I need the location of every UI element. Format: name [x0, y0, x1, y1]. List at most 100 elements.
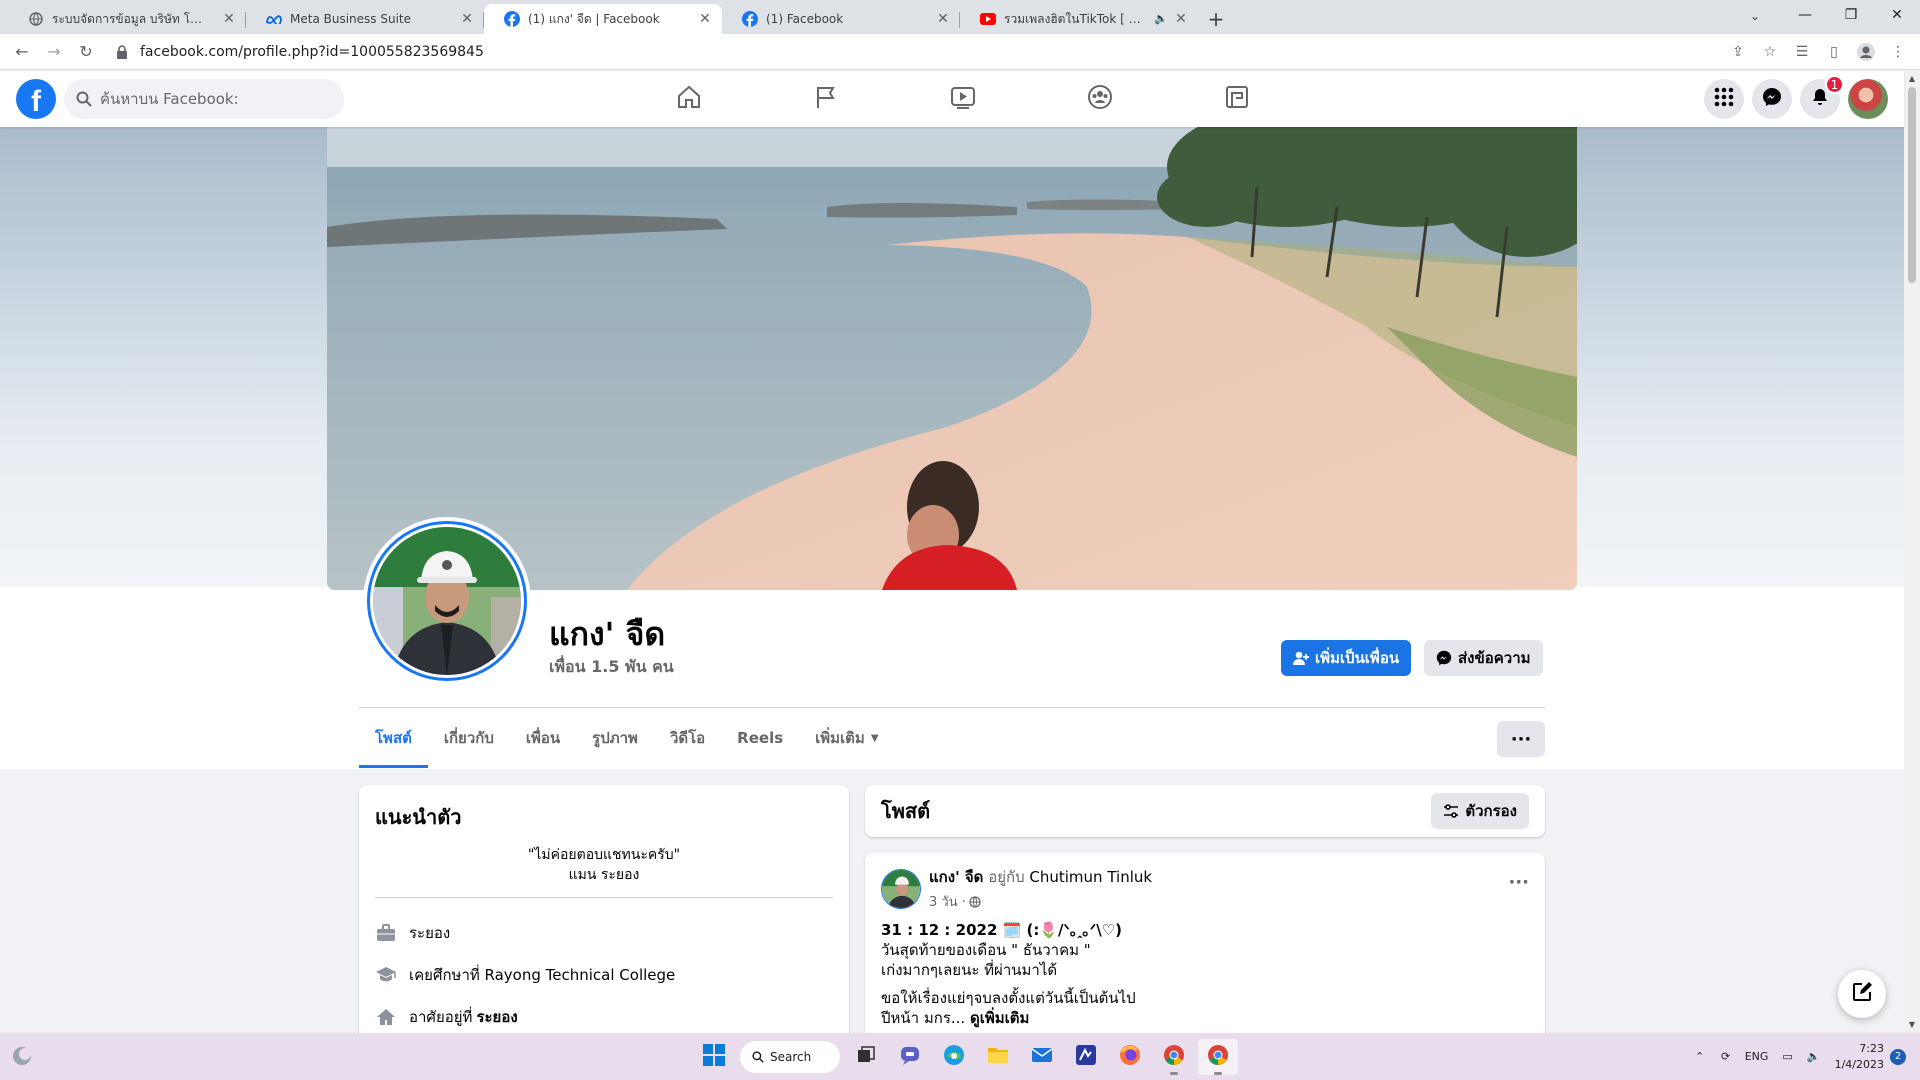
new-message-button[interactable] [1838, 970, 1886, 1018]
bookmark-star-icon[interactable]: ☆ [1754, 38, 1786, 66]
mail-app[interactable] [1022, 1039, 1062, 1075]
nav-home[interactable] [620, 71, 757, 127]
post-options-button[interactable]: ··· [1508, 872, 1529, 893]
post-tagged-name[interactable]: Chutimun Tinluk [1029, 868, 1152, 886]
store-app[interactable] [1066, 1039, 1106, 1075]
add-friend-button[interactable]: เพิ่มเป็นเพื่อน [1281, 640, 1412, 676]
browser-tab[interactable]: (1) Facebook ✕ [722, 4, 960, 34]
pages-flag-icon [813, 84, 839, 114]
reading-list-icon[interactable]: ☰ [1786, 38, 1818, 66]
add-friend-icon [1293, 650, 1309, 666]
tab-photos[interactable]: รูปภาพ [576, 708, 654, 768]
browser-tab-active[interactable]: (1) แกง' จืด | Facebook ✕ [484, 4, 722, 34]
header-actions: 1 [1696, 75, 1888, 119]
notifications-button[interactable]: 1 [1800, 75, 1844, 119]
taskbar-search[interactable]: Search [740, 1041, 840, 1073]
menu-kebab-icon[interactable]: ⋮ [1882, 38, 1914, 66]
facebook-search-input[interactable]: ค้นหาบน Facebook: [64, 79, 344, 119]
page-scrollbar[interactable]: ▲ ▼ [1904, 71, 1920, 1033]
language-indicator[interactable]: ENG [1739, 1042, 1775, 1072]
cover-photo[interactable] [327, 127, 1577, 590]
post-line: เก่งมากๆเลยนะ ที่ผ่านมาได้ [881, 961, 1058, 979]
task-view-button[interactable] [846, 1039, 886, 1075]
post-author-avatar[interactable] [881, 868, 921, 909]
see-more-link[interactable]: ดูเพิ่มเติม [970, 1009, 1029, 1027]
post-line: ปีหน้า มกร... [881, 1009, 966, 1027]
tab-friends[interactable]: เพื่อน [510, 708, 576, 768]
lock-icon[interactable] [116, 44, 130, 59]
close-icon[interactable]: ✕ [460, 12, 474, 26]
profile-page: แกง' จืด เพื่อน 1.5 พัน คน เพิ่มเป็นเพื่… [0, 127, 1904, 1033]
file-explorer-app[interactable] [978, 1039, 1018, 1075]
scroll-down-icon[interactable]: ▼ [1904, 1017, 1920, 1033]
scroll-up-icon[interactable]: ▲ [1904, 71, 1920, 87]
side-panel-icon[interactable]: ▯ [1818, 38, 1850, 66]
intro-education: เคยศึกษาที่ Rayong Technical College [375, 954, 833, 996]
forward-icon[interactable]: → [38, 38, 70, 66]
nav-pages[interactable] [757, 71, 894, 127]
tray-overflow-icon[interactable]: ⌃ [1687, 1042, 1713, 1072]
tab-about[interactable]: เกี่ยวกับ [428, 708, 510, 768]
tab-reels[interactable]: Reels [721, 708, 799, 768]
browser-tab[interactable]: Meta Business Suite ✕ [246, 4, 484, 34]
browser-toolbar: ← → ↻ facebook.com/profile.php?id=100055… [0, 34, 1920, 70]
messenger-button[interactable] [1752, 79, 1792, 119]
tab-search-icon[interactable]: ⌄ [1740, 4, 1770, 28]
browser-tab[interactable]: รวมเพลงฮิตในTikTok [ มีเพิ่มใหม่ทุก 🔈 ✕ [960, 4, 1198, 34]
firefox-icon [1119, 1044, 1141, 1070]
filter-button[interactable]: ตัวกรอง [1431, 793, 1529, 829]
post-with-text: อยู่กับ [988, 868, 1025, 886]
edge-app[interactable] [934, 1039, 974, 1075]
teams-app[interactable] [890, 1039, 930, 1075]
close-window-icon[interactable]: ✕ [1874, 0, 1920, 30]
taskbar-apps: Search [692, 1039, 1240, 1075]
start-button[interactable] [694, 1039, 734, 1075]
facebook-logo[interactable]: f [16, 79, 56, 119]
chrome-profile-app[interactable] [1198, 1039, 1238, 1075]
clock[interactable]: 7:23 1/4/2023 [1835, 1041, 1884, 1073]
close-icon[interactable]: ✕ [1174, 12, 1188, 26]
notification-center-badge[interactable]: 2 [1890, 1048, 1906, 1065]
browser-tab[interactable]: ระบบจัดการข้อมูล บริษัท โชคลูกโชค ✕ [8, 4, 246, 34]
volume-icon[interactable]: 🔈 [1801, 1042, 1827, 1072]
tab-posts[interactable]: โพสต์ [359, 708, 428, 768]
post-author-name[interactable]: แกง' จืด [929, 868, 983, 886]
weather-icon[interactable] [10, 1044, 34, 1068]
scrollbar-thumb[interactable] [1908, 87, 1916, 283]
minimize-icon[interactable]: — [1782, 0, 1828, 30]
close-icon[interactable]: ✕ [222, 12, 236, 26]
share-icon[interactable]: ⇪ [1722, 38, 1754, 66]
mail-icon [1031, 1046, 1053, 1068]
close-icon[interactable]: ✕ [936, 12, 950, 26]
grid-menu-icon [1714, 87, 1734, 111]
tab-videos[interactable]: วิดีโอ [654, 708, 721, 768]
reload-icon[interactable]: ↻ [70, 38, 102, 66]
firefox-app[interactable] [1110, 1039, 1150, 1075]
chrome-app[interactable] [1154, 1039, 1194, 1075]
friends-count[interactable]: เพื่อน 1.5 พัน คน [549, 655, 674, 680]
address-bar[interactable]: facebook.com/profile.php?id=100055823569… [116, 38, 1712, 66]
close-icon[interactable]: ✕ [698, 12, 712, 26]
post-card: แกง' จืด อยู่กับ Chutimun Tinluk 3 วัน ·… [865, 853, 1545, 1033]
tab-more[interactable]: เพิ่มเติม ▼ [799, 708, 894, 768]
new-tab-button[interactable]: + [1198, 4, 1234, 34]
profile-more-button[interactable]: ··· [1497, 721, 1545, 757]
restore-icon[interactable]: ❐ [1828, 0, 1874, 30]
account-avatar[interactable] [1848, 79, 1888, 119]
nav-watch[interactable] [894, 71, 1031, 127]
nav-groups[interactable] [1031, 71, 1168, 127]
menu-grid-button[interactable] [1704, 79, 1744, 119]
network-icon[interactable]: ▭ [1775, 1042, 1801, 1072]
post-timestamp[interactable]: 3 วัน · [929, 891, 1152, 912]
bio: "ไม่ค่อยตอบแชทนะครับ" แมน ระยอง [375, 845, 833, 885]
back-icon[interactable]: ← [6, 38, 38, 66]
intro-location-value[interactable]: ระยอง [476, 1005, 517, 1029]
nav-gaming[interactable] [1168, 71, 1305, 127]
profile-icon[interactable] [1850, 38, 1882, 66]
send-message-button[interactable]: ส่งข้อความ [1424, 640, 1543, 676]
post-header: แกง' จืด อยู่กับ Chutimun Tinluk 3 วัน ·… [881, 865, 1529, 912]
profile-picture[interactable] [363, 517, 531, 685]
sync-icon[interactable]: ⟳ [1713, 1042, 1739, 1072]
speaker-icon[interactable]: 🔈 [1154, 12, 1168, 25]
intro-location: อาศัยอยู่ที่ ระยอง [375, 996, 833, 1033]
